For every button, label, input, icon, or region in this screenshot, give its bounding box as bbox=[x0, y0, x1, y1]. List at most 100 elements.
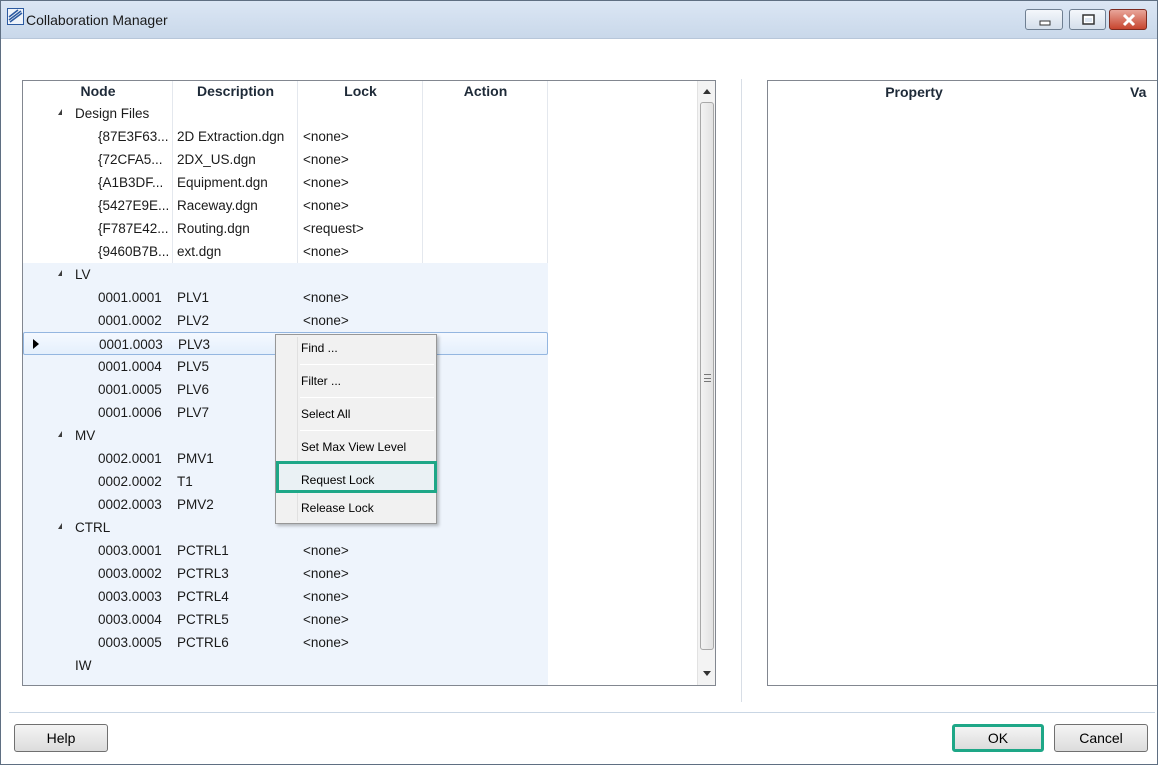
expand-triangle-icon[interactable] bbox=[58, 523, 62, 529]
cell-node: 0002.0003 bbox=[98, 497, 162, 512]
cell-description: PMV1 bbox=[177, 451, 214, 466]
client-area: Node Description Lock Action Design File… bbox=[5, 39, 1157, 761]
menu-item-filter[interactable]: Filter ... bbox=[276, 368, 436, 392]
cell-description: PCTRL6 bbox=[177, 635, 229, 650]
header-node[interactable]: Node bbox=[23, 83, 173, 99]
cell-lock: <none> bbox=[303, 589, 349, 604]
table-row[interactable]: {72CFA5... 2DX_US.dgn <none> bbox=[23, 148, 548, 171]
cell-lock: <none> bbox=[303, 175, 349, 190]
cell-node: Design Files bbox=[75, 106, 150, 121]
help-button[interactable]: Help bbox=[14, 724, 108, 752]
cell-lock: <none> bbox=[303, 198, 349, 213]
vertical-scrollbar[interactable] bbox=[697, 81, 715, 685]
header-action[interactable]: Action bbox=[423, 83, 548, 99]
table-row[interactable]: {87E3F63... 2D Extraction.dgn <none> bbox=[23, 125, 548, 148]
cell-description: PLV3 bbox=[178, 337, 211, 352]
table-row[interactable]: {A1B3DF... Equipment.dgn <none> bbox=[23, 171, 548, 194]
cell-lock: <none> bbox=[303, 612, 349, 627]
cell-node: 0003.0002 bbox=[98, 566, 162, 581]
cell-lock: <none> bbox=[303, 152, 349, 167]
cell-node: {F787E42... bbox=[98, 221, 169, 236]
cell-description: ext.dgn bbox=[177, 244, 222, 259]
header-lock[interactable]: Lock bbox=[298, 83, 423, 99]
cell-node: {5427E9E... bbox=[98, 198, 170, 213]
cell-lock: <none> bbox=[303, 129, 349, 144]
menu-separator bbox=[300, 364, 434, 365]
cell-description: PCTRL4 bbox=[177, 589, 229, 604]
cell-node: 0001.0006 bbox=[98, 405, 162, 420]
cell-description: Routing.dgn bbox=[177, 221, 250, 236]
cell-node: 0001.0003 bbox=[99, 337, 163, 352]
menu-separator bbox=[300, 430, 434, 431]
table-row[interactable]: 0001.0001 PLV1 <none> bbox=[23, 286, 548, 309]
cell-node: 0001.0001 bbox=[98, 290, 162, 305]
cell-description: PLV1 bbox=[177, 290, 210, 305]
table-row[interactable]: 0003.0001 PCTRL1 <none> bbox=[23, 539, 548, 562]
menu-item-set-max-view-level[interactable]: Set Max View Level bbox=[276, 434, 436, 458]
panel-divider[interactable] bbox=[741, 79, 742, 702]
menu-item-release-lock[interactable]: Release Lock bbox=[276, 495, 436, 519]
collaboration-manager-window: Collaboration Manager Node Description L… bbox=[0, 0, 1158, 765]
cell-node: IW bbox=[75, 658, 92, 673]
cell-lock: <request> bbox=[303, 221, 364, 236]
expand-triangle-icon[interactable] bbox=[58, 431, 62, 437]
header-property[interactable]: Property bbox=[768, 84, 1060, 100]
maximize-button[interactable] bbox=[1069, 9, 1106, 30]
menu-item-select-all[interactable]: Select All bbox=[276, 401, 436, 425]
tree-group-row[interactable]: LV bbox=[23, 263, 548, 286]
cell-description: PLV7 bbox=[177, 405, 210, 420]
current-row-pointer-icon bbox=[33, 339, 39, 349]
cell-description: PCTRL5 bbox=[177, 612, 229, 627]
scroll-thumb[interactable] bbox=[700, 102, 714, 650]
cell-node: 0003.0004 bbox=[98, 612, 162, 627]
expand-triangle-icon[interactable] bbox=[58, 109, 62, 115]
scroll-up-arrow-icon[interactable] bbox=[703, 89, 711, 94]
cell-lock: <none> bbox=[303, 313, 349, 328]
ok-button[interactable]: OK bbox=[952, 724, 1044, 752]
menu-item-request-lock[interactable]: Request Lock bbox=[276, 467, 436, 491]
cell-description: Equipment.dgn bbox=[177, 175, 268, 190]
window-title: Collaboration Manager bbox=[26, 12, 168, 28]
close-icon bbox=[1122, 13, 1136, 27]
table-row[interactable]: {5427E9E... Raceway.dgn <none> bbox=[23, 194, 548, 217]
cell-lock: <none> bbox=[303, 543, 349, 558]
table-row[interactable]: 0001.0002 PLV2 <none> bbox=[23, 309, 548, 332]
scroll-down-arrow-icon[interactable] bbox=[703, 671, 711, 676]
cell-node: 0001.0004 bbox=[98, 359, 162, 374]
cell-node: LV bbox=[75, 267, 91, 282]
table-row[interactable]: {9460B7B... ext.dgn <none> bbox=[23, 240, 548, 263]
header-value[interactable]: Va bbox=[1130, 84, 1158, 100]
restore-icon bbox=[1082, 14, 1095, 25]
cell-description: 2D Extraction.dgn bbox=[177, 129, 285, 144]
cell-description: PLV6 bbox=[177, 382, 210, 397]
table-row[interactable]: 0003.0004 PCTRL5 <none> bbox=[23, 608, 548, 631]
cell-description: PCTRL1 bbox=[177, 543, 229, 558]
cell-node: {87E3F63... bbox=[98, 129, 169, 144]
table-row[interactable]: 0003.0002 PCTRL3 <none> bbox=[23, 562, 548, 585]
app-icon bbox=[7, 8, 24, 25]
close-button[interactable] bbox=[1109, 9, 1147, 30]
table-row[interactable]: 0003.0005 PCTRL6 <none> bbox=[23, 631, 548, 654]
minimize-button[interactable] bbox=[1025, 9, 1063, 30]
cancel-button[interactable]: Cancel bbox=[1054, 724, 1148, 752]
title-bar[interactable]: Collaboration Manager bbox=[1, 1, 1157, 39]
cell-description: T1 bbox=[177, 474, 193, 489]
menu-item-label: Request Lock bbox=[301, 473, 375, 487]
cell-description: PMV2 bbox=[177, 497, 214, 512]
cell-lock: <none> bbox=[303, 244, 349, 259]
header-description[interactable]: Description bbox=[173, 83, 298, 99]
tree-group-row[interactable]: Design Files bbox=[23, 102, 548, 125]
cell-node: {A1B3DF... bbox=[98, 175, 164, 190]
expand-triangle-icon[interactable] bbox=[58, 270, 62, 276]
context-menu: Find ... Filter ... Select All Set Max V… bbox=[275, 334, 437, 524]
cell-node: 0001.0002 bbox=[98, 313, 162, 328]
tree-group-row[interactable]: IW bbox=[23, 654, 548, 677]
separator bbox=[9, 712, 1155, 713]
menu-item-find[interactable]: Find ... bbox=[276, 335, 436, 359]
table-row[interactable]: {F787E42... Routing.dgn <request> bbox=[23, 217, 548, 240]
table-row[interactable]: 0003.0003 PCTRL4 <none> bbox=[23, 585, 548, 608]
cell-description: Raceway.dgn bbox=[177, 198, 258, 213]
menu-item-label: Select All bbox=[301, 407, 351, 421]
property-panel[interactable]: Property Va bbox=[767, 80, 1157, 686]
menu-item-label: Release Lock bbox=[301, 501, 374, 515]
